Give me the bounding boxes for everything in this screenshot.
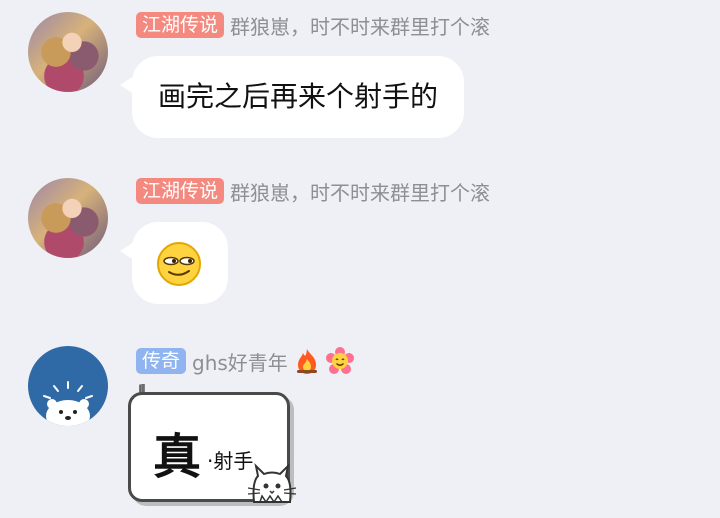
bear-icon xyxy=(43,381,93,426)
sender-nickname[interactable]: 群狼崽，时不时来群里打个滚 xyxy=(230,11,490,40)
sender-info: 江湖传说 群狼崽，时不时来群里打个滚 xyxy=(136,11,490,39)
cat-icon xyxy=(247,462,297,504)
sender-info: 传奇 ghs好青年 xyxy=(136,347,354,375)
title-badge: 传奇 xyxy=(136,348,187,374)
message-bubble[interactable]: 画完之后再来个射手的 xyxy=(119,56,465,138)
fire-icon xyxy=(296,349,317,374)
avatar[interactable] xyxy=(28,346,108,426)
message-bubble[interactable] xyxy=(120,222,228,304)
sticker-main-char: 真 xyxy=(153,429,202,485)
sender-nickname[interactable]: ghs好青年 xyxy=(192,347,288,376)
avatar[interactable] xyxy=(28,178,108,258)
message-text: 画完之后再来个射手的 xyxy=(158,80,439,113)
flower-face-icon xyxy=(325,347,354,374)
sender-info: 江湖传说 群狼崽，时不时来群里打个滚 xyxy=(136,177,490,205)
smirk-emoji-icon xyxy=(157,242,201,286)
title-badge: 江湖传说 xyxy=(136,178,225,204)
title-badge: 江湖传说 xyxy=(136,12,225,38)
avatar[interactable] xyxy=(28,12,108,92)
sender-nickname[interactable]: 群狼崽，时不时来群里打个滚 xyxy=(230,177,490,206)
